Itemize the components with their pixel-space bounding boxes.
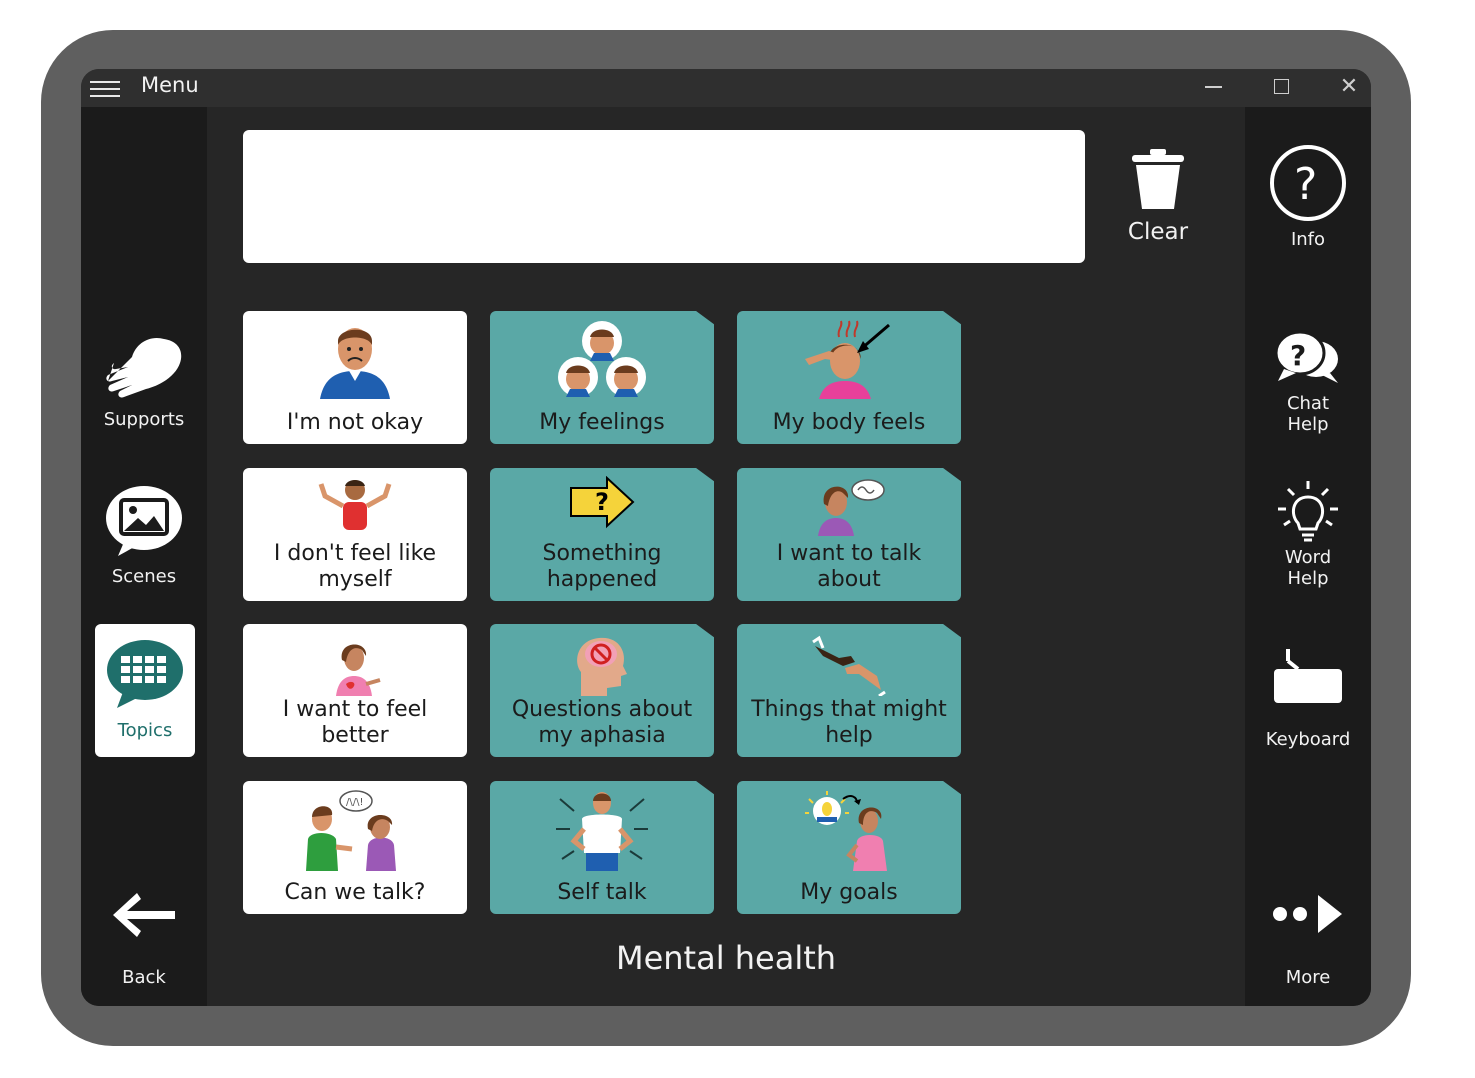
scenes-button[interactable]: Scenes	[94, 484, 194, 587]
keyboard-button[interactable]: Keyboard	[1258, 647, 1358, 750]
tile-want-to-feel-better[interactable]: I want to feel better	[243, 624, 467, 757]
shrug-man-icon	[318, 480, 392, 530]
clear-button[interactable]: Clear	[1121, 147, 1195, 245]
woman-heart-icon	[336, 644, 381, 696]
word-help-label-2: Help	[1287, 568, 1329, 589]
topics-button[interactable]: Topics	[95, 624, 195, 757]
tile-label: I want to feel better	[282, 697, 428, 748]
title-bar: Menu ✕	[81, 69, 1371, 107]
tile-something-happened[interactable]: ? Something happened	[490, 468, 714, 601]
topics-label: Topics	[117, 720, 173, 741]
close-icon[interactable]: ✕	[1337, 75, 1361, 99]
confident-man-icon	[556, 792, 648, 871]
picture-bubble-icon	[106, 486, 182, 556]
message-bar[interactable]	[243, 130, 1085, 263]
chat-question-icon: ?	[1274, 330, 1338, 383]
hamburger-menu-icon[interactable]	[90, 77, 120, 99]
svg-text:?: ?	[1294, 159, 1317, 210]
back-button[interactable]: Back	[94, 889, 194, 988]
tile-label: I don't feel like myself	[273, 541, 437, 592]
faces-icon	[558, 321, 646, 397]
info-label: Info	[1290, 229, 1326, 250]
brain-head-icon	[577, 637, 627, 696]
menu-label[interactable]: Menu	[141, 73, 199, 97]
word-help-button[interactable]: Word Help	[1258, 479, 1358, 589]
chat-help-button[interactable]: ? Chat Help	[1258, 329, 1358, 435]
hand-icon	[106, 337, 182, 398]
clear-label: Clear	[1127, 219, 1189, 245]
keyboard-label: Keyboard	[1265, 729, 1351, 750]
scenes-label: Scenes	[111, 566, 177, 587]
conversation-icon: /\/\!	[306, 790, 396, 871]
more-button[interactable]: More	[1258, 891, 1358, 988]
tile-label: Self talk	[557, 880, 647, 905]
tile-im-not-okay[interactable]: I'm not okay	[243, 311, 467, 444]
lightbulb-icon	[1278, 481, 1338, 542]
minimize-icon[interactable]	[1203, 75, 1227, 99]
svg-text:?: ?	[1290, 339, 1306, 372]
keyboard-icon	[1274, 649, 1342, 703]
tile-label: Questions about my aphasia	[511, 697, 693, 748]
tile-my-body-feels[interactable]: My body feels	[737, 311, 961, 444]
more-label: More	[1285, 967, 1331, 988]
tile-label: I want to talk about	[776, 541, 922, 592]
tile-dont-feel-like-myself[interactable]: I don't feel like myself	[243, 468, 467, 601]
left-sidebar: Supports Scenes Topics Back	[81, 107, 207, 1006]
tile-label: I'm not okay	[286, 410, 424, 435]
supports-label: Supports	[103, 409, 185, 430]
more-arrow-icon	[1273, 895, 1342, 933]
supports-button[interactable]: Supports	[94, 329, 194, 430]
svg-text:?: ?	[595, 488, 609, 516]
tile-label: Something happened	[542, 541, 662, 592]
tile-questions-about-aphasia[interactable]: Questions about my aphasia	[490, 624, 714, 757]
trash-icon	[1132, 149, 1184, 209]
right-sidebar: ? Info ? Chat Help Word Help Keyboard Mo…	[1245, 107, 1371, 1006]
tile-my-feelings[interactable]: My feelings	[490, 311, 714, 444]
speaking-woman-icon	[818, 479, 885, 536]
helping-hands-icon	[812, 635, 886, 696]
question-arrow-icon: ?	[570, 476, 635, 529]
svg-text:/\/\!: /\/\!	[346, 797, 364, 808]
question-circle-icon: ?	[1270, 145, 1346, 221]
tile-label: My body feels	[772, 410, 926, 435]
info-button[interactable]: ? Info	[1258, 143, 1358, 250]
tile-label: My feelings	[539, 410, 665, 435]
chat-help-label-1: Chat	[1286, 393, 1330, 414]
back-arrow-icon	[113, 893, 175, 937]
tile-my-goals[interactable]: My goals	[737, 781, 961, 914]
grid-bubble-icon	[107, 640, 183, 708]
chat-help-label-2: Help	[1287, 414, 1329, 435]
tile-label: My goals	[800, 880, 898, 905]
tile-things-that-might-help[interactable]: Things that might help	[737, 624, 961, 757]
headache-icon	[805, 320, 890, 399]
app-screen: Menu ✕ Supports Scenes Topics Back Clear…	[81, 69, 1371, 1006]
goal-woman-icon	[805, 791, 887, 871]
tile-can-we-talk[interactable]: /\/\! Can we talk?	[243, 781, 467, 914]
maximize-icon[interactable]	[1271, 75, 1295, 99]
board-title: Mental health	[615, 939, 837, 977]
back-label: Back	[122, 967, 166, 988]
sad-man-icon	[320, 328, 390, 399]
tile-want-to-talk-about[interactable]: I want to talk about	[737, 468, 961, 601]
word-help-label-1: Word	[1284, 547, 1332, 568]
tile-label: Can we talk?	[284, 880, 426, 905]
tile-label: Things that might help	[751, 697, 947, 748]
tile-self-talk[interactable]: Self talk	[490, 781, 714, 914]
